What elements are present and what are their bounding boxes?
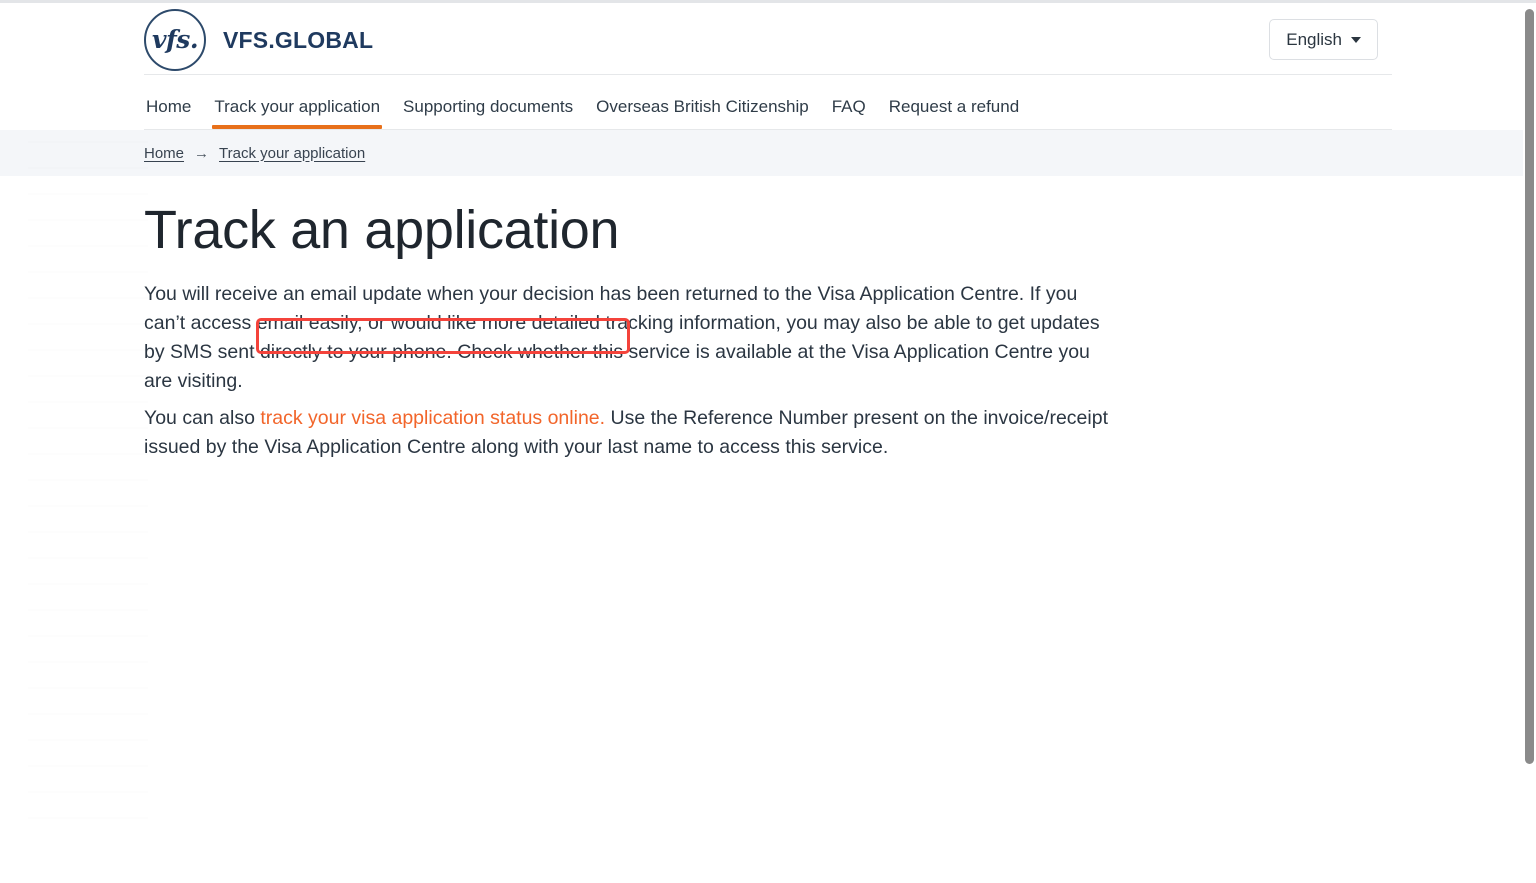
breadcrumb-bar: Home → Track your application	[0, 130, 1536, 176]
vfs-monogram-text: vfs.	[151, 24, 199, 54]
site-header: vfs. VFS.GLOBAL English	[0, 3, 1536, 74]
nav-item-home[interactable]: Home	[144, 98, 193, 129]
breadcrumb: Home → Track your application	[144, 145, 1392, 162]
nav-item-request-a-refund[interactable]: Request a refund	[887, 98, 1021, 129]
nav-item-track-your-application[interactable]: Track your application	[212, 98, 382, 129]
language-selector-button[interactable]: English	[1269, 19, 1378, 60]
main-content: Track an application You will receive an…	[144, 176, 1392, 462]
primary-navigation-list: Home Track your application Supporting d…	[144, 75, 1392, 129]
breadcrumb-item-current[interactable]: Track your application	[219, 145, 365, 162]
vertical-scrollbar-track[interactable]	[1523, 6, 1536, 883]
breadcrumb-arrow-icon: →	[194, 144, 210, 162]
header-inner: vfs. VFS.GLOBAL English	[144, 3, 1392, 74]
nav-item-faq[interactable]: FAQ	[830, 98, 868, 129]
track-status-online-link[interactable]: track your visa application status onlin…	[260, 407, 605, 429]
language-selector-label: English	[1286, 29, 1342, 49]
nav-item-supporting-documents[interactable]: Supporting documents	[401, 98, 575, 129]
vertical-scrollbar-thumb[interactable]	[1525, 9, 1534, 764]
chevron-down-icon	[1351, 36, 1361, 43]
page-root: vfs. VFS.GLOBAL English Home Track your …	[0, 3, 1536, 883]
primary-navigation: Home Track your application Supporting d…	[0, 75, 1536, 129]
breadcrumb-item-home[interactable]: Home	[144, 145, 184, 162]
online-tracking-prefix-text: You can also	[144, 407, 261, 430]
brand-logo-link[interactable]: vfs. VFS.GLOBAL	[144, 9, 373, 71]
online-tracking-paragraph: You can also track your visa application…	[144, 404, 1119, 462]
intro-paragraph: You will receive an email update when yo…	[144, 283, 1100, 393]
brand-wordmark: VFS.GLOBAL	[223, 26, 374, 53]
vfs-circle-logo-icon: vfs.	[144, 9, 206, 71]
page-title: Track an application	[144, 200, 620, 260]
nav-item-overseas-british-citizenship[interactable]: Overseas British Citizenship	[594, 98, 811, 129]
background-artifact	[28, 63, 148, 843]
